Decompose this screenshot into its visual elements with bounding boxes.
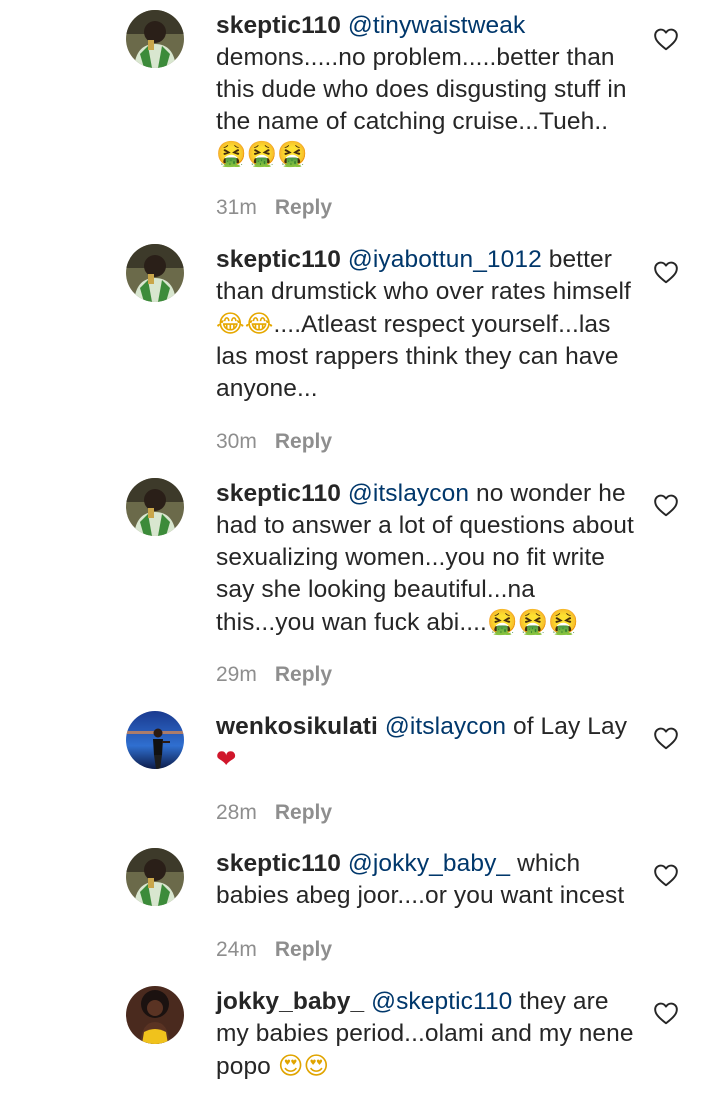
comment-mention[interactable]: @itslaycon [385, 713, 506, 740]
comment-username[interactable]: skeptic110 [216, 480, 341, 507]
comment-mention[interactable]: @tinywaistweak [348, 12, 525, 39]
comment-emoji: 😂😂 [216, 309, 274, 338]
comment-emoji: 😍😍 [277, 1051, 330, 1080]
comment-emoji: 🤮🤮🤮 [216, 139, 308, 168]
comment-mention[interactable]: @iyabottun_1012 [348, 246, 542, 273]
avatar[interactable] [126, 986, 184, 1044]
avatar[interactable] [126, 711, 184, 769]
comment-username[interactable]: skeptic110 [216, 12, 341, 39]
comment-text: jokky_baby_ @skeptic110 they are my babi… [216, 986, 636, 1083]
comment-mention[interactable]: @skeptic110 [371, 988, 512, 1015]
avatar[interactable] [126, 478, 184, 536]
comment-mention[interactable]: @itslaycon [348, 480, 469, 507]
heart-icon[interactable] [653, 493, 679, 517]
reply-button[interactable]: Reply [275, 196, 332, 219]
heart-icon[interactable] [653, 863, 679, 887]
comment-time: 31m [216, 196, 257, 219]
comment-text: wenkosikulati @itslaycon of Lay Lay ❤ [216, 711, 636, 776]
heart-icon[interactable] [653, 726, 679, 750]
comment-meta: 29m Reply [216, 663, 332, 687]
heart-icon[interactable] [653, 27, 679, 51]
comment-text: skeptic110 @iyabottun_1012 better than d… [216, 244, 636, 405]
comment-mention[interactable]: @jokky_baby_ [348, 850, 510, 877]
reply-button[interactable]: Reply [275, 938, 332, 961]
comment-meta: 28m Reply [216, 801, 332, 825]
comment-body-continued: ....Atleast respect yourself...las las m… [216, 311, 626, 402]
comment-username[interactable]: skeptic110 [216, 850, 341, 877]
comment-username[interactable]: skeptic110 [216, 246, 341, 273]
avatar[interactable] [126, 244, 184, 302]
comment-body: of Lay Lay [506, 713, 634, 740]
comment-time: 30m [216, 430, 257, 453]
comment-text: skeptic110 @itslaycon no wonder he had t… [216, 478, 636, 639]
comment-emoji: ❤ [216, 744, 237, 773]
comment-meta: 31m Reply [216, 196, 332, 220]
comment-username[interactable]: wenkosikulati [216, 713, 378, 740]
avatar[interactable] [126, 10, 184, 68]
avatar[interactable] [126, 848, 184, 906]
heart-icon[interactable] [653, 1001, 679, 1025]
comment-time: 24m [216, 938, 257, 961]
reply-button[interactable]: Reply [275, 430, 332, 453]
comment-time: 29m [216, 663, 257, 686]
comment-text: skeptic110 @jokky_baby_ which babies abe… [216, 848, 636, 912]
comment-emoji: 🤮🤮🤮 [486, 607, 579, 636]
comment-time: 28m [216, 801, 257, 824]
comment-username[interactable]: jokky_baby_ [216, 988, 364, 1015]
reply-button[interactable]: Reply [275, 663, 332, 686]
reply-button[interactable]: Reply [275, 801, 332, 824]
comment-meta: 30m Reply [216, 430, 332, 454]
comment-text: skeptic110 @tinywaistweak demons.....no … [216, 10, 636, 171]
heart-icon[interactable] [653, 260, 679, 284]
comment-meta: 24m Reply [216, 938, 332, 962]
